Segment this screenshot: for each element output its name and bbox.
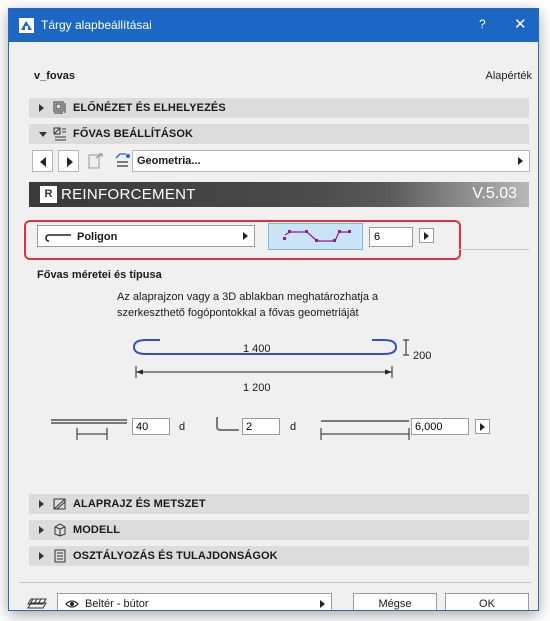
hook-unit: d bbox=[290, 421, 297, 433]
floorplan-icon bbox=[53, 498, 66, 510]
overlap-unit: d bbox=[179, 421, 186, 433]
prev-page-button[interactable] bbox=[32, 150, 53, 172]
arrow-left-icon bbox=[40, 157, 46, 167]
collapse-icon bbox=[39, 132, 47, 137]
hook-input[interactable] bbox=[242, 418, 280, 435]
caret-right-icon bbox=[518, 157, 523, 165]
object-name: v_fovas bbox=[34, 70, 75, 82]
dimensions-description: Az alaprajzon vagy a 3D ablakban meghatá… bbox=[117, 291, 379, 319]
banner-version: V.5.03 bbox=[472, 185, 517, 202]
section-classification[interactable]: OSZTÁLYOZÁS ÉS TULAJDONSÁGOK bbox=[29, 546, 529, 566]
divider bbox=[459, 249, 529, 250]
layer-label: Beltér - bútor bbox=[85, 598, 149, 610]
settings-icon bbox=[53, 127, 66, 141]
app-icon bbox=[19, 18, 34, 33]
preview-icon bbox=[53, 101, 66, 114]
banner-title: REINFORCEMENT bbox=[61, 186, 196, 203]
section-label: FŐVAS BEÁLLÍTÁSOK bbox=[73, 128, 194, 140]
section-model[interactable]: MODELL bbox=[29, 520, 529, 540]
dialog-content: v_fovas Alapérték ELŐNÉZET ÉS ELHELYEZÉS bbox=[9, 42, 538, 610]
ok-button[interactable]: OK bbox=[445, 593, 529, 610]
caret-right-icon bbox=[243, 232, 248, 240]
bar-length-icon bbox=[320, 420, 410, 440]
arrow-right-icon bbox=[67, 157, 73, 167]
section-label: OSZTÁLYOZÁS ÉS TULAJDONSÁGOK bbox=[73, 550, 278, 562]
section-floorplan[interactable]: ALAPRAJZ ÉS METSZET bbox=[29, 494, 529, 514]
geometry-icon bbox=[115, 153, 130, 167]
rebar-dimension-diagram bbox=[132, 339, 409, 378]
layer-select[interactable]: Beltér - bútor bbox=[57, 593, 332, 610]
bar-length-input[interactable] bbox=[411, 418, 469, 435]
page-select-label: Geometria... bbox=[137, 155, 201, 167]
window-title: Tárgy alapbeállításai bbox=[41, 18, 152, 32]
expand-icon bbox=[39, 500, 44, 508]
section-preview[interactable]: ELŐNÉZET ÉS ELHELYEZÉS bbox=[29, 98, 529, 118]
overlap-icon bbox=[51, 419, 127, 440]
classification-icon bbox=[54, 549, 66, 563]
page-select[interactable]: Geometria... bbox=[132, 150, 530, 172]
dialog-window: Tárgy alapbeállításai ? ✕ v_fovas Alapér… bbox=[8, 8, 539, 611]
reinforcement-logo: R bbox=[40, 186, 57, 203]
length-top-label: 1 400 bbox=[243, 343, 271, 355]
page-export-icon[interactable] bbox=[88, 152, 104, 170]
section-label: MODELL bbox=[73, 524, 121, 536]
polygon-shape-icon bbox=[283, 230, 351, 242]
section-main-settings[interactable]: FŐVAS BEÁLLÍTÁSOK bbox=[29, 124, 529, 144]
next-page-button[interactable] bbox=[58, 150, 79, 172]
length-bottom-label: 1 200 bbox=[243, 382, 271, 394]
title-bar: Tárgy alapbeállításai ? ✕ bbox=[9, 9, 538, 42]
dimensions-heading: Fővas méretei és típusa bbox=[37, 269, 162, 281]
shape-type-select[interactable]: Poligon bbox=[37, 225, 255, 247]
polygon-shape-button[interactable] bbox=[268, 223, 363, 250]
length-step-button[interactable] bbox=[475, 419, 490, 434]
reinforcement-banner: R REINFORCEMENT V.5.03 bbox=[29, 182, 529, 207]
close-button[interactable]: ✕ bbox=[514, 15, 527, 33]
shape-type-label: Poligon bbox=[77, 231, 118, 243]
eye-icon bbox=[65, 600, 79, 608]
help-button[interactable]: ? bbox=[479, 17, 486, 31]
arrow-right-icon bbox=[480, 423, 485, 431]
cancel-button[interactable]: Mégse bbox=[353, 593, 437, 610]
hook-length-icon bbox=[216, 417, 239, 431]
footer-divider bbox=[19, 582, 531, 583]
default-button[interactable]: Alapérték bbox=[486, 70, 532, 82]
expand-icon bbox=[39, 526, 44, 534]
vertex-count-input[interactable] bbox=[369, 227, 413, 247]
expand-icon bbox=[39, 552, 44, 560]
overlap-input[interactable] bbox=[132, 418, 170, 435]
caret-right-icon bbox=[320, 600, 325, 608]
expand-icon bbox=[39, 104, 44, 112]
page-navigator: Geometria... bbox=[32, 150, 530, 174]
arrow-right-icon bbox=[424, 232, 429, 240]
model-cube-icon bbox=[54, 523, 66, 537]
section-label: ELŐNÉZET ÉS ELHELYEZÉS bbox=[73, 102, 226, 114]
hook-shape-icon bbox=[45, 234, 71, 242]
count-step-button[interactable] bbox=[419, 228, 434, 243]
layers-icon bbox=[27, 598, 47, 609]
section-label: ALAPRAJZ ÉS METSZET bbox=[73, 498, 206, 510]
height-label: 200 bbox=[413, 350, 432, 362]
